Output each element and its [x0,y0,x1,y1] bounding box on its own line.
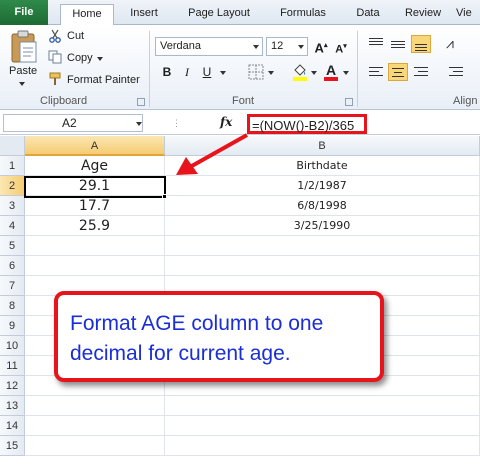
ribbon-home: Paste Cut Copy Format Painter Clipboard … [0,25,480,110]
copy-icon[interactable] [48,50,62,64]
group-divider [357,31,358,107]
row-header-14[interactable]: 14 [0,416,25,436]
font-name-dropdown[interactable]: Verdana [155,37,263,56]
cell-b2[interactable]: 1/2/1987 [165,176,480,196]
formula-bar-grip-icon: ⋮ [172,118,181,128]
borders-dropdown-icon[interactable] [268,71,274,75]
row-header-15[interactable]: 15 [0,436,25,456]
cell-a15[interactable] [25,436,165,456]
bold-button[interactable]: B [158,63,176,81]
cell-a4[interactable]: 25.9 [25,216,165,236]
font-color-icon[interactable]: A [323,62,339,82]
group-divider [149,31,150,107]
svg-text:A: A [326,62,336,78]
align-left-button[interactable] [366,63,386,81]
font-launcher-icon[interactable] [345,98,353,106]
formula-input[interactable]: =(NOW()-B2)/365 [247,114,367,134]
row-header-13[interactable]: 13 [0,396,25,416]
cell-a14[interactable] [25,416,165,436]
chevron-down-icon [298,45,304,49]
clipboard-launcher-icon[interactable] [137,98,145,106]
insert-function-icon[interactable]: fx [220,115,232,129]
copy-button[interactable]: Copy [67,52,93,64]
row-header-5[interactable]: 5 [0,236,25,256]
font-group-label: Font [232,95,255,107]
paste-dropdown-icon[interactable] [19,82,25,86]
cut-button[interactable]: Cut [67,30,84,42]
copy-dropdown-icon[interactable] [97,57,103,61]
chevron-down-icon [253,45,259,49]
cell-b14[interactable] [165,416,480,436]
fill-handle[interactable] [162,194,167,199]
cell-a3[interactable]: 17.7 [25,196,165,216]
shrink-font-button[interactable]: A▾ [332,38,350,56]
italic-button[interactable]: I [178,63,196,81]
row-header-4[interactable]: 4 [0,216,25,236]
font-size-dropdown[interactable]: 12 [266,37,308,56]
row-header-2[interactable]: 2 [0,176,25,196]
instruction-callout: Format AGE column to one decimal for cur… [54,291,384,382]
cell-b6[interactable] [165,256,480,276]
paste-icon[interactable] [10,30,38,66]
cell-b15[interactable] [165,436,480,456]
cell-a5[interactable] [25,236,165,256]
orientation-icon[interactable]: ⩘ [446,35,454,52]
row-header-1[interactable]: 1 [0,156,25,176]
column-header-a[interactable]: A [25,136,165,156]
callout-text: Format AGE column to one decimal for cur… [70,312,324,365]
grow-font-button[interactable]: A▴ [312,37,330,55]
row-header-8[interactable]: 8 [0,296,25,316]
tab-home[interactable]: Home [60,4,114,26]
font-name-value: Verdana [160,40,201,52]
select-all-corner[interactable] [0,136,25,156]
tab-view[interactable]: Vie [456,4,480,25]
tab-insert[interactable]: Insert [120,4,168,25]
tab-review[interactable]: Review [398,4,448,25]
tab-data[interactable]: Data [348,4,388,25]
row-header-9[interactable]: 9 [0,316,25,336]
ribbon-tab-bar: File Home Insert Page Layout Formulas Da… [0,0,480,26]
format-painter-button[interactable]: Format Painter [67,74,140,86]
row-header-10[interactable]: 10 [0,336,25,356]
cell-b3[interactable]: 6/8/1998 [165,196,480,216]
bottom-align-button[interactable] [411,35,431,53]
decrease-indent-button[interactable] [446,63,466,81]
formula-bar: A2 ⋮ fx =(NOW()-B2)/365 [0,111,480,135]
row-header-11[interactable]: 11 [0,356,25,376]
row-header-6[interactable]: 6 [0,256,25,276]
cut-icon[interactable] [48,29,62,43]
row-header-7[interactable]: 7 [0,276,25,296]
alignment-group-label: Align [453,95,478,107]
column-header-b[interactable]: B [165,136,480,156]
tab-page-layout[interactable]: Page Layout [180,4,258,25]
cell-b1[interactable]: Birthdate [165,156,480,176]
cell-a1[interactable]: Age [25,156,165,176]
font-color-dropdown-icon[interactable] [343,71,349,75]
name-box-dropdown-icon[interactable] [136,122,142,126]
underline-button[interactable]: U [198,63,216,81]
clipboard-group-label: Clipboard [40,95,88,107]
align-right-button[interactable] [411,63,431,81]
font-size-value: 12 [271,40,284,52]
row-header-3[interactable]: 3 [0,196,25,216]
cell-b5[interactable] [165,236,480,256]
tab-file[interactable]: File [0,0,48,25]
selected-cell-a2 [24,176,166,198]
align-center-button[interactable] [388,63,408,81]
middle-align-button[interactable] [388,35,408,53]
name-box[interactable]: A2 [3,114,143,132]
fill-color-dropdown-icon[interactable] [311,71,317,75]
tab-formulas[interactable]: Formulas [270,4,336,25]
paste-button[interactable]: Paste [9,65,37,77]
fill-color-icon[interactable] [292,62,308,82]
row-header-12[interactable]: 12 [0,376,25,396]
underline-dropdown-icon[interactable] [220,71,226,75]
cell-a6[interactable] [25,256,165,276]
borders-icon[interactable] [248,64,264,80]
top-align-button[interactable] [366,35,386,53]
cell-a13[interactable] [25,396,165,416]
cell-b4[interactable]: 3/25/1990 [165,216,480,236]
cell-b13[interactable] [165,396,480,416]
format-painter-icon[interactable] [48,72,62,86]
